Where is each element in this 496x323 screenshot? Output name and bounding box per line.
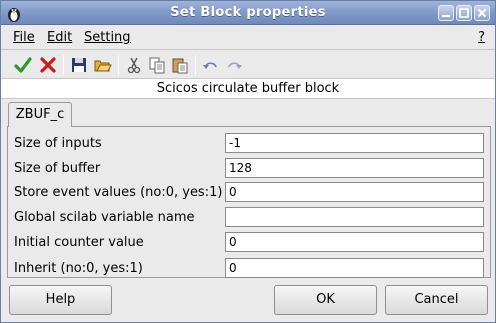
toolbar-separator xyxy=(118,55,119,75)
ok-button[interactable]: OK xyxy=(274,285,377,315)
tab-zbuf-c[interactable]: ZBUF_c xyxy=(8,102,72,127)
inherit-input[interactable] xyxy=(225,258,484,278)
undo-icon[interactable] xyxy=(201,55,221,75)
toolbar-separator xyxy=(63,55,64,75)
cancel-button[interactable]: Cancel xyxy=(385,285,488,315)
field-row: Size of inputs xyxy=(14,133,484,155)
redo-icon[interactable] xyxy=(224,55,244,75)
close-window-button[interactable] xyxy=(474,5,490,21)
close-icon xyxy=(477,8,487,18)
size-of-buffer-input[interactable] xyxy=(225,158,484,178)
menu-edit[interactable]: Edit xyxy=(47,30,72,45)
field-row: Initial counter value xyxy=(14,232,484,254)
menu-file[interactable]: File xyxy=(13,30,35,45)
field-row: Store event values (no:0, yes:1) xyxy=(14,182,484,204)
global-variable-name-input[interactable] xyxy=(225,207,484,227)
menu-help[interactable]: ? xyxy=(478,30,485,45)
open-folder-icon[interactable] xyxy=(93,55,113,75)
inherit-label: Inherit (no:0, yes:1) xyxy=(14,261,143,276)
store-event-values-label: Store event values (no:0, yes:1) xyxy=(14,185,223,200)
block-description: Scicos circulate buffer block xyxy=(1,79,495,99)
cross-icon[interactable] xyxy=(38,55,58,75)
global-variable-name-label: Global scilab variable name xyxy=(14,210,195,225)
maximize-icon xyxy=(459,8,469,18)
window-title: Set Block properties xyxy=(170,5,326,20)
menu-setting[interactable]: Setting xyxy=(84,30,131,45)
save-icon[interactable] xyxy=(69,55,89,75)
field-row: Inherit (no:0, yes:1) xyxy=(14,258,484,280)
field-row: Size of buffer xyxy=(14,158,484,180)
help-button[interactable]: Help xyxy=(9,285,112,315)
copy-icon[interactable] xyxy=(147,55,167,75)
paste-icon[interactable] xyxy=(170,55,190,75)
minimize-icon xyxy=(442,15,450,17)
cut-icon[interactable] xyxy=(124,55,144,75)
maximize-button[interactable] xyxy=(456,5,472,21)
size-of-inputs-label: Size of inputs xyxy=(14,136,102,151)
minimize-button[interactable] xyxy=(438,5,454,21)
size-of-inputs-input[interactable] xyxy=(225,133,484,153)
dialog-window: Set Block properties File Edit Setting ? xyxy=(0,0,496,323)
initial-counter-value-input[interactable] xyxy=(225,232,484,252)
check-icon[interactable] xyxy=(13,55,33,75)
store-event-values-input[interactable] xyxy=(225,182,484,202)
initial-counter-value-label: Initial counter value xyxy=(14,235,144,250)
title-bar[interactable]: Set Block properties xyxy=(1,1,495,25)
menu-bar: File Edit Setting ? xyxy=(1,25,495,50)
size-of-buffer-label: Size of buffer xyxy=(14,161,101,176)
toolbar xyxy=(1,51,495,79)
toolbar-separator xyxy=(195,55,196,75)
field-row: Global scilab variable name xyxy=(14,207,484,229)
